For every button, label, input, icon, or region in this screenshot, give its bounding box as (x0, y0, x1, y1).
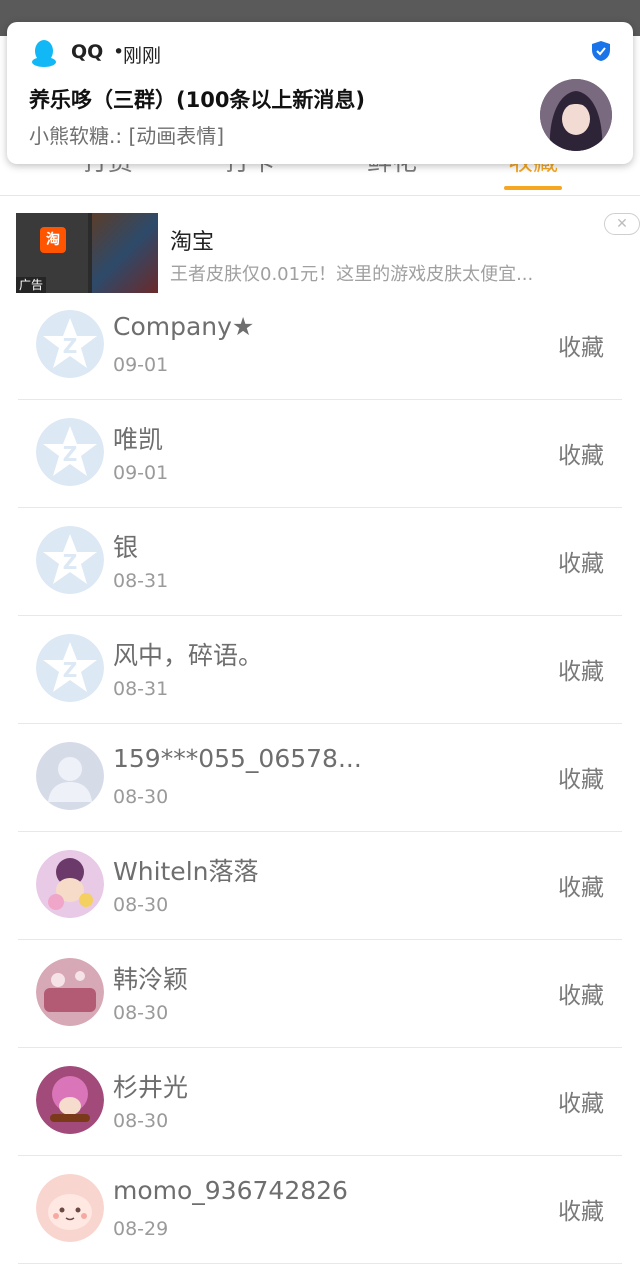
avatar (540, 79, 612, 151)
avatar: Z (36, 634, 104, 702)
avatar (36, 1174, 104, 1242)
tab-active-indicator (504, 186, 562, 190)
item-name: Whiteln落落 (113, 857, 259, 886)
close-icon[interactable]: ✕ (604, 213, 640, 235)
svg-text:Z: Z (63, 550, 78, 574)
item-date: 09-01 (113, 462, 169, 484)
item-date: 08-30 (113, 894, 169, 916)
item-action: 收藏 (558, 1199, 604, 1225)
avatar: Z (36, 310, 104, 378)
item-action: 收藏 (558, 551, 604, 577)
item-date: 08-30 (113, 1110, 169, 1132)
ad-tag: 广告 (16, 277, 47, 293)
list-item[interactable]: momo_936742826 08-29 收藏 (18, 1156, 622, 1264)
list-item[interactable]: Z 风中，碎语。 08-31 收藏 (18, 616, 622, 724)
item-name: 韩泠颖 (113, 965, 189, 994)
notification-card[interactable]: QQ • 刚刚 养乐哆（三群）(100条以上新消息) 小熊软糖.: [动画表情] (7, 22, 633, 164)
list-item[interactable]: Z 银 08-31 收藏 (18, 508, 622, 616)
item-date: 08-29 (113, 1218, 169, 1240)
item-action: 收藏 (558, 443, 604, 469)
avatar (36, 742, 104, 810)
qq-penguin-icon (32, 40, 56, 67)
item-action: 收藏 (558, 767, 604, 793)
avatar: Z (36, 418, 104, 486)
item-name: 杉井光 (113, 1073, 189, 1102)
ad-title: 淘宝 (170, 230, 215, 255)
list-item[interactable]: Whiteln落落 08-30 收藏 (18, 832, 622, 940)
list-item[interactable]: 159***055_06578... 08-30 收藏 (18, 724, 622, 832)
list-item[interactable]: Z Company★ 09-01 收藏 (18, 292, 622, 400)
ad-description: 王者皮肤仅0.01元！这里的游戏皮肤太便宜... (170, 264, 534, 285)
item-date: 08-30 (113, 1002, 169, 1024)
item-action: 收藏 (558, 659, 604, 685)
avatar (36, 1066, 104, 1134)
item-name: 唯凯 (113, 425, 164, 454)
item-date: 08-31 (113, 678, 169, 700)
svg-text:Z: Z (63, 334, 78, 358)
notification-title: 养乐哆（三群）(100条以上新消息) (29, 88, 366, 112)
item-name: momo_936742826 (113, 1176, 348, 1205)
notification-time: 刚刚 (123, 45, 162, 67)
svg-text:Z: Z (63, 658, 78, 682)
ad-image-game-art (92, 213, 158, 293)
item-name: Company★ (113, 312, 255, 341)
svg-text:Z: Z (63, 442, 78, 466)
avatar (36, 958, 104, 1026)
taobao-logo-icon: 淘 (40, 227, 66, 253)
item-name: 159***055_06578... (113, 744, 362, 773)
ad-image: 淘 广告 (16, 213, 158, 293)
item-date: 08-31 (113, 570, 169, 592)
avatar: Z (36, 526, 104, 594)
list-item[interactable]: Z 唯凯 09-01 收藏 (18, 400, 622, 508)
shield-check-icon (592, 41, 610, 61)
item-date: 08-30 (113, 786, 169, 808)
item-action: 收藏 (558, 875, 604, 901)
ad-banner[interactable]: 淘 广告 淘宝 王者皮肤仅0.01元！这里的游戏皮肤太便宜... (0, 196, 640, 300)
notification-app-name: QQ (71, 41, 104, 63)
item-action: 收藏 (558, 1091, 604, 1117)
item-name: 银 (113, 533, 139, 562)
avatar (36, 850, 104, 918)
item-date: 09-01 (113, 354, 169, 376)
item-name: 风中，碎语。 (113, 641, 264, 670)
item-action: 收藏 (558, 983, 604, 1009)
list-item[interactable]: 杉井光 08-30 收藏 (18, 1048, 622, 1156)
list-item[interactable]: 韩泠颖 08-30 收藏 (18, 940, 622, 1048)
notification-text: 小熊软糖.: [动画表情] (29, 124, 225, 148)
item-action: 收藏 (558, 335, 604, 361)
